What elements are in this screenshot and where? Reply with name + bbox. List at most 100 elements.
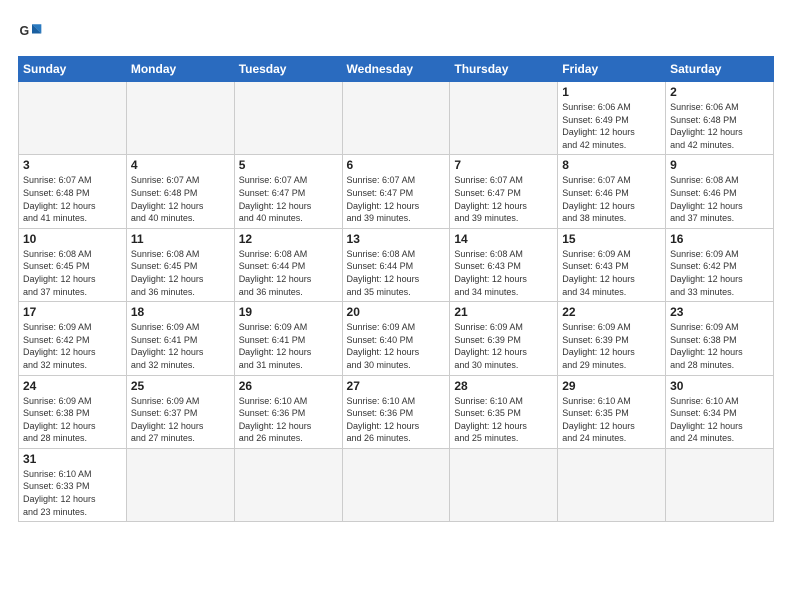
week-row-5: 24Sunrise: 6:09 AMSunset: 6:38 PMDayligh… [19, 375, 774, 448]
logo-icon: G [18, 18, 46, 46]
day-cell: 16Sunrise: 6:09 AMSunset: 6:42 PMDayligh… [666, 228, 774, 301]
day-info: Sunrise: 6:10 AMSunset: 6:36 PMDaylight:… [239, 395, 338, 445]
day-cell [450, 82, 558, 155]
day-number: 19 [239, 305, 338, 319]
day-number: 12 [239, 232, 338, 246]
day-info: Sunrise: 6:07 AMSunset: 6:48 PMDaylight:… [23, 174, 122, 224]
day-info: Sunrise: 6:09 AMSunset: 6:42 PMDaylight:… [23, 321, 122, 371]
day-number: 15 [562, 232, 661, 246]
day-number: 4 [131, 158, 230, 172]
day-number: 1 [562, 85, 661, 99]
day-number: 5 [239, 158, 338, 172]
day-info: Sunrise: 6:08 AMSunset: 6:45 PMDaylight:… [131, 248, 230, 298]
day-cell [558, 448, 666, 521]
day-number: 28 [454, 379, 553, 393]
day-cell [126, 448, 234, 521]
day-cell: 20 Sunrise: 6:09 AMSunset: 6:40 PMDayligh… [342, 302, 450, 375]
day-info: Sunrise: 6:09 AMSunset: 6:40 PMDaylight:… [347, 321, 446, 371]
day-number: 3 [23, 158, 122, 172]
day-number: 2 [670, 85, 769, 99]
day-info: Sunrise: 6:08 AMSunset: 6:44 PMDaylight:… [239, 248, 338, 298]
day-number: 14 [454, 232, 553, 246]
day-info: Sunrise: 6:10 AMSunset: 6:35 PMDaylight:… [454, 395, 553, 445]
day-info: Sunrise: 6:09 AMSunset: 6:38 PMDaylight:… [670, 321, 769, 371]
day-info: Sunrise: 6:06 AMSunset: 6:48 PMDaylight:… [670, 101, 769, 151]
day-cell [234, 82, 342, 155]
day-cell [19, 82, 127, 155]
day-cell: 30 Sunrise: 6:10 AMSunset: 6:34 PMDayligh… [666, 375, 774, 448]
day-cell: 19 Sunrise: 6:09 AMSunset: 6:41 PMDayligh… [234, 302, 342, 375]
day-info: Sunrise: 6:08 AMSunset: 6:45 PMDaylight:… [23, 248, 122, 298]
day-cell: 22Sunrise: 6:09 AMSunset: 6:39 PMDayligh… [558, 302, 666, 375]
day-cell: 9 Sunrise: 6:08 AMSunset: 6:46 PMDaylight… [666, 155, 774, 228]
day-cell: 26Sunrise: 6:10 AMSunset: 6:36 PMDayligh… [234, 375, 342, 448]
weekday-row: SundayMondayTuesdayWednesdayThursdayFrid… [19, 57, 774, 82]
day-cell: 25Sunrise: 6:09 AMSunset: 6:37 PMDayligh… [126, 375, 234, 448]
day-info: Sunrise: 6:07 AMSunset: 6:47 PMDaylight:… [239, 174, 338, 224]
calendar-table: SundayMondayTuesdayWednesdayThursdayFrid… [18, 56, 774, 522]
day-cell: 5 Sunrise: 6:07 AMSunset: 6:47 PMDaylight… [234, 155, 342, 228]
header: G [18, 18, 774, 46]
day-cell: 23 Sunrise: 6:09 AMSunset: 6:38 PMDayligh… [666, 302, 774, 375]
day-info: Sunrise: 6:09 AMSunset: 6:43 PMDaylight:… [562, 248, 661, 298]
day-cell [126, 82, 234, 155]
day-cell: 8Sunrise: 6:07 AMSunset: 6:46 PMDaylight… [558, 155, 666, 228]
day-cell: 2 Sunrise: 6:06 AMSunset: 6:48 PMDaylight… [666, 82, 774, 155]
day-number: 21 [454, 305, 553, 319]
svg-text:G: G [20, 24, 30, 38]
day-cell: 11 Sunrise: 6:08 AMSunset: 6:45 PMDayligh… [126, 228, 234, 301]
day-number: 11 [131, 232, 230, 246]
day-cell: 1 Sunrise: 6:06 AMSunset: 6:49 PMDaylight… [558, 82, 666, 155]
day-info: Sunrise: 6:07 AMSunset: 6:47 PMDaylight:… [347, 174, 446, 224]
day-info: Sunrise: 6:08 AMSunset: 6:46 PMDaylight:… [670, 174, 769, 224]
day-cell: 24Sunrise: 6:09 AMSunset: 6:38 PMDayligh… [19, 375, 127, 448]
day-number: 6 [347, 158, 446, 172]
day-info: Sunrise: 6:10 AMSunset: 6:36 PMDaylight:… [347, 395, 446, 445]
day-cell [450, 448, 558, 521]
day-cell [234, 448, 342, 521]
day-info: Sunrise: 6:10 AMSunset: 6:35 PMDaylight:… [562, 395, 661, 445]
day-info: Sunrise: 6:09 AMSunset: 6:39 PMDaylight:… [454, 321, 553, 371]
weekday-header-sunday: Sunday [19, 57, 127, 82]
weekday-header-monday: Monday [126, 57, 234, 82]
day-number: 27 [347, 379, 446, 393]
week-row-6: 31Sunrise: 6:10 AMSunset: 6:33 PMDayligh… [19, 448, 774, 521]
calendar-header: SundayMondayTuesdayWednesdayThursdayFrid… [19, 57, 774, 82]
day-cell: 31Sunrise: 6:10 AMSunset: 6:33 PMDayligh… [19, 448, 127, 521]
day-info: Sunrise: 6:09 AMSunset: 6:41 PMDaylight:… [239, 321, 338, 371]
day-info: Sunrise: 6:09 AMSunset: 6:39 PMDaylight:… [562, 321, 661, 371]
day-info: Sunrise: 6:09 AMSunset: 6:41 PMDaylight:… [131, 321, 230, 371]
day-number: 7 [454, 158, 553, 172]
week-row-3: 10 Sunrise: 6:08 AMSunset: 6:45 PMDayligh… [19, 228, 774, 301]
day-number: 20 [347, 305, 446, 319]
day-cell: 6 Sunrise: 6:07 AMSunset: 6:47 PMDaylight… [342, 155, 450, 228]
day-cell [342, 82, 450, 155]
day-number: 9 [670, 158, 769, 172]
day-cell: 7Sunrise: 6:07 AMSunset: 6:47 PMDaylight… [450, 155, 558, 228]
day-cell: 29 Sunrise: 6:10 AMSunset: 6:35 PMDayligh… [558, 375, 666, 448]
day-cell: 10 Sunrise: 6:08 AMSunset: 6:45 PMDayligh… [19, 228, 127, 301]
week-row-2: 3 Sunrise: 6:07 AMSunset: 6:48 PMDaylight… [19, 155, 774, 228]
day-cell: 28 Sunrise: 6:10 AMSunset: 6:35 PMDayligh… [450, 375, 558, 448]
day-number: 13 [347, 232, 446, 246]
day-cell [342, 448, 450, 521]
day-number: 10 [23, 232, 122, 246]
day-info: Sunrise: 6:06 AMSunset: 6:49 PMDaylight:… [562, 101, 661, 151]
day-cell: 14Sunrise: 6:08 AMSunset: 6:43 PMDayligh… [450, 228, 558, 301]
day-cell: 15 Sunrise: 6:09 AMSunset: 6:43 PMDayligh… [558, 228, 666, 301]
day-cell: 27 Sunrise: 6:10 AMSunset: 6:36 PMDayligh… [342, 375, 450, 448]
day-info: Sunrise: 6:10 AMSunset: 6:34 PMDaylight:… [670, 395, 769, 445]
day-info: Sunrise: 6:09 AMSunset: 6:37 PMDaylight:… [131, 395, 230, 445]
day-number: 23 [670, 305, 769, 319]
calendar-page: G SundayMondayTuesdayWednesdayThursdayFr… [0, 0, 792, 612]
day-cell: 18 Sunrise: 6:09 AMSunset: 6:41 PMDayligh… [126, 302, 234, 375]
weekday-header-wednesday: Wednesday [342, 57, 450, 82]
day-cell: 21 Sunrise: 6:09 AMSunset: 6:39 PMDayligh… [450, 302, 558, 375]
day-number: 17 [23, 305, 122, 319]
day-info: Sunrise: 6:07 AMSunset: 6:46 PMDaylight:… [562, 174, 661, 224]
weekday-header-tuesday: Tuesday [234, 57, 342, 82]
day-number: 30 [670, 379, 769, 393]
week-row-4: 17 Sunrise: 6:09 AMSunset: 6:42 PMDayligh… [19, 302, 774, 375]
day-number: 18 [131, 305, 230, 319]
day-number: 29 [562, 379, 661, 393]
